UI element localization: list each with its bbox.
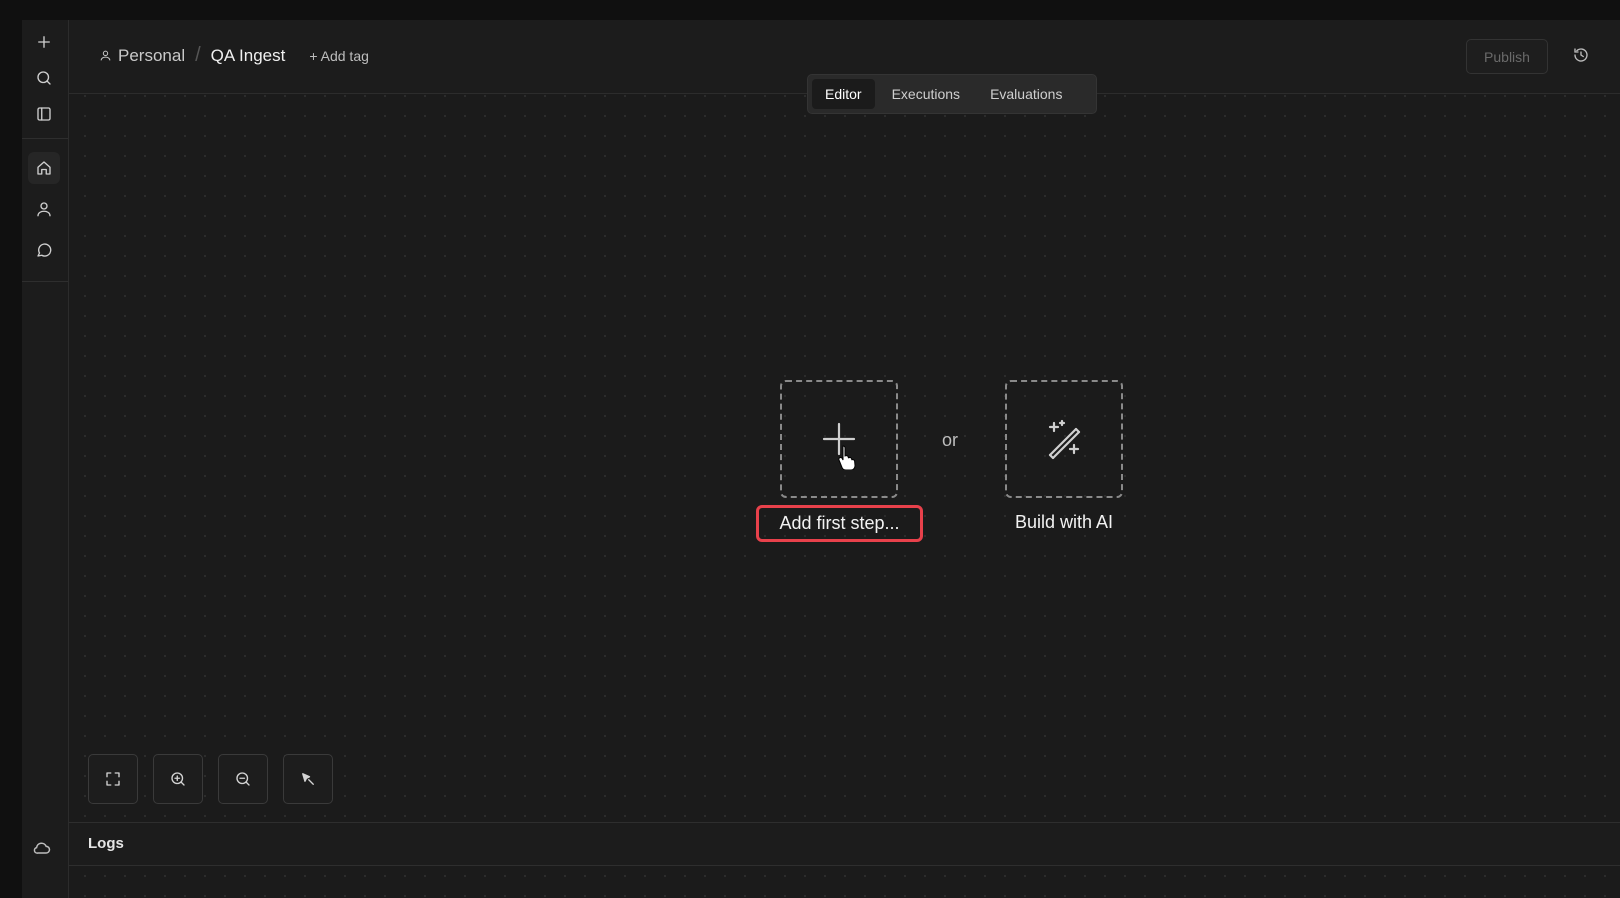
- cloud-status-button[interactable]: [32, 838, 52, 863]
- zoom-out-button[interactable]: [218, 754, 268, 804]
- sidebar-item-user[interactable]: [22, 193, 66, 225]
- zoom-in-icon: [171, 772, 185, 786]
- workflow-name[interactable]: QA Ingest: [211, 46, 286, 66]
- sidebar-item-chat[interactable]: [22, 234, 66, 266]
- breadcrumb-project-label: Personal: [118, 45, 186, 65]
- fit-view-button[interactable]: [88, 754, 138, 804]
- toggle-sidebar-button[interactable]: [22, 98, 66, 130]
- view-tabs: Editor Executions Evaluations: [807, 74, 1097, 114]
- tidy-up-button[interactable]: [283, 754, 333, 804]
- plus-icon: [38, 36, 50, 48]
- cloud-icon: [33, 842, 51, 854]
- add-tag-button[interactable]: + Add tag: [309, 48, 369, 64]
- sidebar-item-home[interactable]: [28, 152, 60, 184]
- history-icon: [1574, 48, 1588, 62]
- publish-button[interactable]: Publish: [1466, 39, 1548, 74]
- or-label: or: [942, 430, 959, 450]
- user-icon: [100, 50, 111, 61]
- build-with-ai-label[interactable]: Build with AI: [989, 512, 1139, 533]
- workflow-canvas[interactable]: Personal / QA Ingest + Add tag Publish E…: [69, 20, 1620, 898]
- user-icon: [37, 202, 51, 217]
- breadcrumb-separator: /: [195, 44, 201, 66]
- zoom-in-button[interactable]: [153, 754, 203, 804]
- search-icon: [37, 71, 51, 85]
- magic-wand-icon: [1048, 419, 1081, 460]
- tab-editor[interactable]: Editor: [812, 79, 875, 109]
- history-button[interactable]: [1572, 46, 1590, 64]
- logs-title[interactable]: Logs: [88, 835, 124, 852]
- search-button[interactable]: [22, 62, 66, 94]
- left-sidebar: [22, 20, 69, 898]
- zoom-out-icon: [236, 772, 250, 786]
- tab-executions[interactable]: Executions: [879, 79, 973, 109]
- app-frame: Personal / QA Ingest + Add tag Publish E…: [0, 0, 1620, 898]
- panel-icon: [37, 107, 51, 121]
- chat-icon: [37, 243, 52, 257]
- tab-evaluations[interactable]: Evaluations: [977, 79, 1075, 109]
- pointer-cursor-icon: [838, 445, 856, 470]
- sidebar-divider: [22, 281, 68, 282]
- breadcrumb: Personal / QA Ingest + Add tag: [99, 44, 369, 67]
- home-icon: [37, 161, 51, 175]
- add-first-step-box[interactable]: [780, 380, 898, 498]
- tidy-up-icon: [302, 773, 314, 785]
- build-with-ai-box[interactable]: [1005, 380, 1123, 498]
- fit-view-icon: [106, 772, 120, 786]
- sidebar-divider: [22, 138, 68, 139]
- add-first-step-label[interactable]: Add first step...: [756, 505, 923, 542]
- breadcrumb-project[interactable]: Personal: [99, 46, 185, 66]
- new-workflow-button[interactable]: [22, 26, 66, 58]
- logs-panel[interactable]: Logs: [69, 822, 1620, 866]
